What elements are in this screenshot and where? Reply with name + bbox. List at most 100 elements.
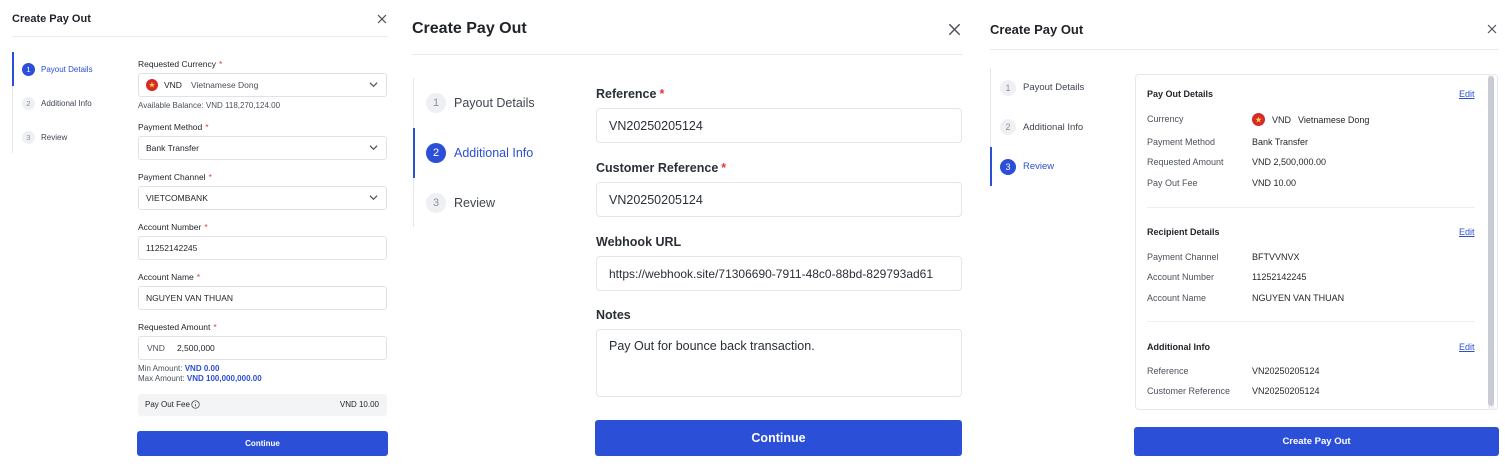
step-payout-details[interactable]: 1 Payout Details (12, 52, 122, 86)
continue-button[interactable]: Continue (595, 420, 962, 456)
step-number: 2 (426, 143, 446, 163)
additional-info-section-title: Additional Info (1147, 342, 1210, 352)
max-amount: Max Amount: VND 100,000,000.00 (138, 374, 262, 383)
step-payout-details[interactable]: 1 Payout Details (990, 68, 1120, 107)
currency-value: VND Vietnamese Dong (1252, 113, 1369, 126)
account-name-value: NGUYEN VAN THUAN (146, 293, 234, 303)
chevron-down-icon (369, 195, 378, 201)
continue-button[interactable]: Continue (137, 431, 388, 456)
header-divider (12, 36, 388, 37)
amount-value: 2,500,000 (176, 343, 215, 353)
chevron-down-icon (369, 82, 378, 88)
requested-amount-value: VND 2,500,000.00 (1252, 157, 1327, 167)
step-number: 3 (1000, 158, 1016, 175)
step-additional-info[interactable]: 2 Additional Info (413, 128, 573, 178)
currency-select[interactable]: VND Vietnamese Dong (138, 73, 387, 97)
step-label: Additional Info (1023, 121, 1084, 133)
payment-method-select[interactable]: Bank Transfer (138, 136, 387, 160)
payment-method-label: Payment Method * (138, 122, 209, 132)
account-name-input[interactable]: NGUYEN VAN THUAN (138, 286, 387, 310)
step-label: Additional Info (454, 146, 534, 160)
scrollbar-thumb[interactable] (1488, 76, 1494, 406)
payout-fee-label: Pay Out Fee (145, 400, 190, 409)
currency-name: Vietnamese Dong (190, 80, 259, 90)
header-divider (990, 49, 1499, 50)
payout-fee-key: Pay Out Fee (1147, 178, 1198, 188)
header-divider (412, 54, 963, 55)
edit-payout-details-link[interactable]: Edit (1459, 89, 1475, 99)
payment-channel-value: VIETCOMBANK (146, 193, 208, 203)
payout-fee-value: VND 10.00 (1252, 178, 1297, 188)
step-number: 3 (426, 192, 446, 213)
edit-recipient-details-link[interactable]: Edit (1459, 227, 1475, 237)
requested-amount-input[interactable]: VND 2,500,000 (138, 336, 387, 360)
currency-key: Currency (1147, 114, 1184, 124)
reference-value: VN20250205124 (1252, 366, 1320, 376)
payment-channel-label: Payment Channel * (138, 172, 212, 182)
payout-details-section-title: Pay Out Details (1147, 89, 1214, 99)
vietnam-flag-icon (146, 79, 158, 91)
payment-channel-value: BFTVVNVX (1252, 252, 1300, 262)
payment-channel-select[interactable]: VIETCOMBANK (138, 186, 387, 210)
vietnam-flag-icon (1252, 113, 1265, 126)
requested-amount-key: Requested Amount (1147, 157, 1224, 167)
step-label: Payout Details (1023, 82, 1085, 93)
reference-key: Reference (1147, 366, 1189, 376)
step-number: 1 (1000, 79, 1016, 96)
webhook-url-label: Webhook URL (596, 235, 682, 249)
payment-method-key: Payment Method (1147, 137, 1216, 147)
customer-reference-input[interactable]: VN20250205124 (596, 182, 962, 217)
available-balance: Available Balance: VND 118,270,124.00 (138, 101, 281, 110)
notes-textarea[interactable]: Pay Out for bounce back transaction. (596, 329, 962, 397)
review-card[interactable]: Pay Out Details Edit Currency VND Vietna… (1135, 74, 1498, 410)
step-label: Additional Info (41, 98, 92, 108)
payment-method-value: Bank Transfer (1252, 137, 1309, 147)
edit-additional-info-link[interactable]: Edit (1459, 342, 1475, 352)
create-payout-button[interactable]: Create Pay Out (1134, 427, 1499, 456)
step-label: Review (41, 132, 68, 142)
step-number: 1 (22, 62, 35, 76)
customer-reference-value: VN20250205124 (1252, 386, 1320, 396)
payment-method-value: Bank Transfer (146, 143, 199, 153)
close-icon[interactable] (948, 23, 961, 36)
chevron-down-icon (369, 145, 378, 151)
step-review[interactable]: 3 Review (990, 147, 1120, 186)
step-label: Review (454, 195, 495, 210)
currency-code: VND (164, 80, 182, 90)
step-additional-info[interactable]: 2 Additional Info (990, 107, 1120, 147)
step-number: 3 (22, 130, 35, 144)
payout-details-panel: Create Pay Out 1 Payout Details 2 Additi… (0, 0, 400, 469)
step-review[interactable]: 3 Review (12, 120, 122, 154)
customer-reference-label: Customer Reference * (596, 161, 727, 175)
step-number: 2 (1000, 119, 1016, 135)
modal-title: Create Pay Out (412, 20, 527, 37)
review-panel: Create Pay Out 1 Payout Details 2 Additi… (978, 0, 1505, 469)
additional-info-panel: Create Pay Out 1 Payout Details 2 Additi… (400, 0, 978, 469)
account-number-key: Account Number (1147, 272, 1215, 282)
reference-input[interactable]: VN20250205124 (596, 108, 962, 143)
step-label: Review (1023, 161, 1055, 172)
account-number-value: 11252142245 (146, 243, 198, 253)
close-icon[interactable] (377, 14, 387, 24)
step-additional-info[interactable]: 2 Additional Info (12, 86, 122, 120)
step-review[interactable]: 3 Review (413, 178, 573, 227)
currency-label: Requested Currency * (138, 59, 223, 69)
modal-title: Create Pay Out (12, 13, 91, 25)
step-number: 2 (22, 96, 35, 110)
payout-fee-row: Pay Out Fee VND 10.00 (138, 394, 387, 416)
account-name-value: NGUYEN VAN THUAN (1252, 293, 1345, 303)
requested-amount-label: Requested Amount * (138, 322, 217, 332)
section-divider (1147, 321, 1475, 322)
webhook-url-input[interactable]: https://webhook.site/71306690-7911-48c0-… (596, 256, 962, 291)
account-number-value: 11252142245 (1252, 272, 1307, 282)
info-circle-icon[interactable] (191, 400, 200, 409)
payment-channel-key: Payment Channel (1147, 252, 1219, 262)
account-number-label: Account Number * (138, 222, 208, 232)
section-divider (1147, 207, 1475, 208)
account-name-label: Account Name * (138, 272, 201, 282)
account-number-input[interactable]: 11252142245 (138, 236, 387, 260)
step-label: Payout Details (454, 96, 535, 110)
step-payout-details[interactable]: 1 Payout Details (413, 78, 573, 128)
payout-fee-value: VND 10.00 (339, 400, 379, 409)
close-icon[interactable] (1487, 24, 1497, 34)
